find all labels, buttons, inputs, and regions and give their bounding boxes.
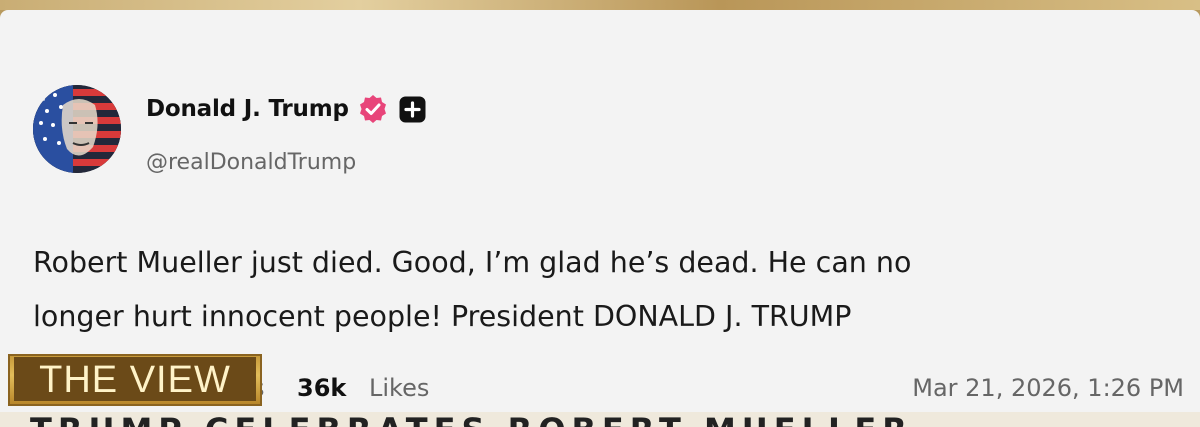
post-timestamp[interactable]: Mar 21, 2026, 1:26 PM bbox=[912, 374, 1184, 402]
author-avatar[interactable] bbox=[33, 85, 121, 173]
author-handle[interactable]: @realDonaldTrump bbox=[146, 150, 356, 175]
verified-badge-icon bbox=[358, 94, 388, 124]
author-name-row: Donald J. Trump bbox=[146, 92, 426, 126]
post-body-line: longer hurt innocent people! President D… bbox=[33, 300, 852, 333]
flag-portrait-avatar-icon bbox=[33, 85, 121, 173]
author-display-name[interactable]: Donald J. Trump bbox=[146, 96, 349, 122]
show-logo-text: THE VIEW bbox=[14, 357, 256, 401]
ticker-text: TRUMP CELEBRATES ROBERT MUELLER bbox=[30, 414, 913, 427]
likes-count[interactable]: 36k bbox=[297, 374, 346, 402]
post-body: Robert Mueller just died. Good, I’m glad… bbox=[33, 236, 1163, 344]
social-post-card: Donald J. Trump @realDonaldTrump Robert … bbox=[0, 10, 1200, 412]
show-logo-bug: THE VIEW bbox=[8, 354, 262, 406]
post-body-line: Robert Mueller just died. Good, I’m glad… bbox=[33, 246, 912, 279]
likes-label[interactable]: Likes bbox=[369, 374, 429, 402]
news-ticker: TRUMP CELEBRATES ROBERT MUELLER bbox=[0, 412, 1200, 427]
plus-square-icon[interactable] bbox=[399, 96, 426, 123]
video-frame-top-strip bbox=[0, 0, 1200, 10]
